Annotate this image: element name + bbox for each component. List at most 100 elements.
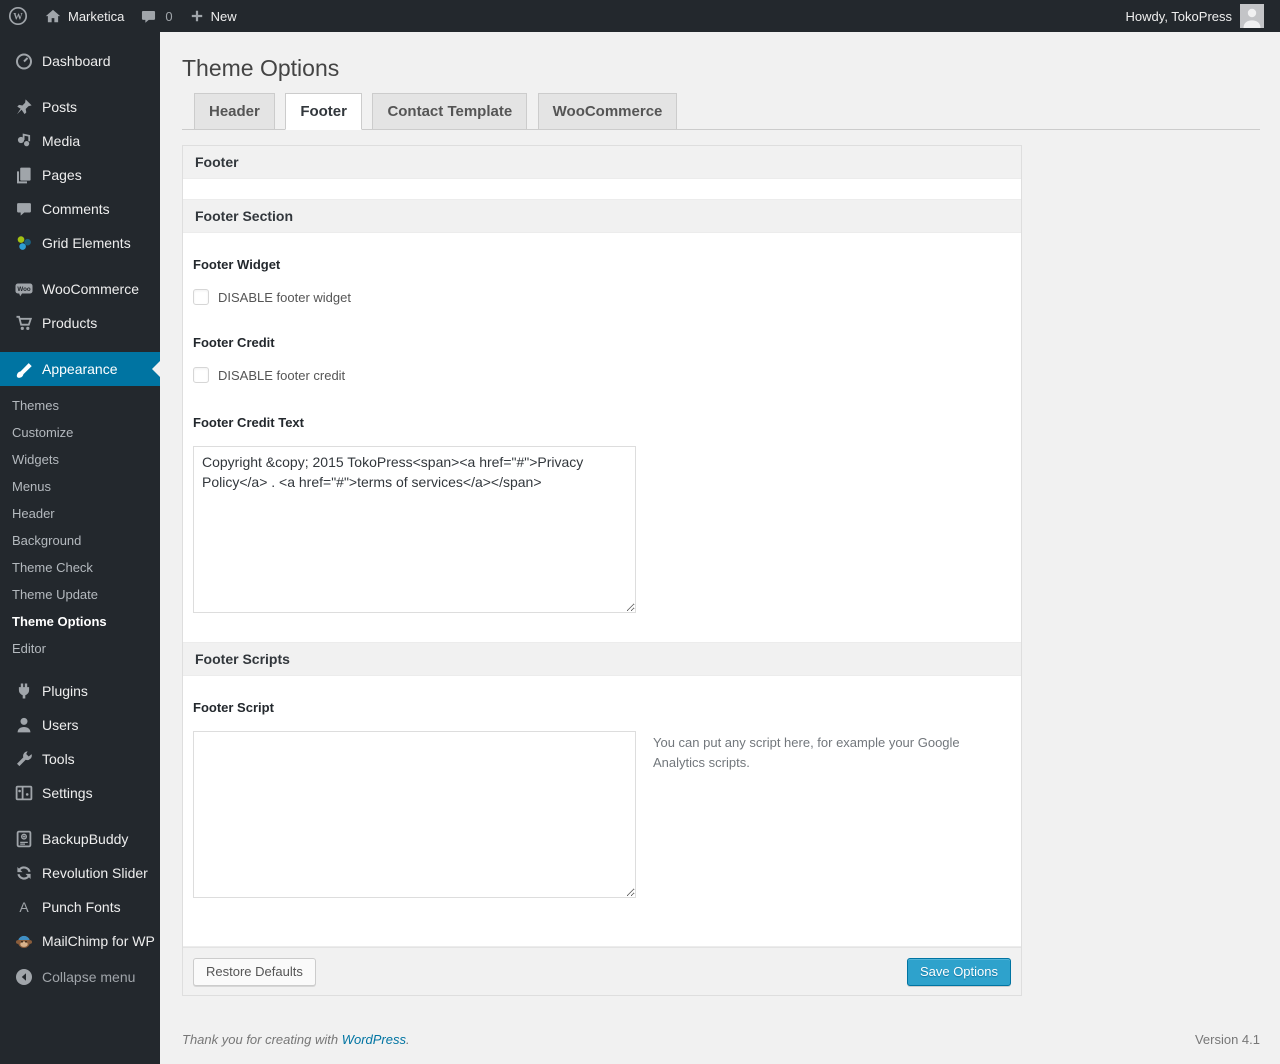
settings-icon <box>14 783 34 803</box>
sidebar-item-media[interactable]: Media <box>0 124 160 158</box>
sidebar-item-label: Revolution Slider <box>42 865 148 881</box>
tab-contact-template[interactable]: Contact Template <box>372 93 528 130</box>
disable-footer-credit-label[interactable]: DISABLE footer credit <box>218 368 345 383</box>
tab-bar: Header Footer Contact Template WooCommer… <box>182 93 1260 130</box>
save-options-button[interactable]: Save Options <box>906 957 1011 986</box>
avatar <box>1240 4 1264 28</box>
footer-section-body <box>183 179 1021 200</box>
submenu-item-theme-update[interactable]: Theme Update <box>0 581 160 608</box>
sidebar-item-label: MailChimp for WP <box>42 933 155 949</box>
appearance-submenu: Themes Customize Widgets Menus Header Ba… <box>0 386 160 672</box>
sidebar-item-collapse-menu[interactable]: Collapse menu <box>0 960 160 994</box>
comments-menu[interactable]: 0 <box>132 0 180 32</box>
sidebar-item-revolution-slider[interactable]: Revolution Slider <box>0 856 160 890</box>
sidebar-item-label: Grid Elements <box>42 235 131 251</box>
submenu-item-theme-check[interactable]: Theme Check <box>0 554 160 581</box>
sidebar-item-posts[interactable]: Posts <box>0 90 160 124</box>
footer-credit-label: Footer Credit <box>193 335 275 350</box>
submenu-item-themes[interactable]: Themes <box>0 392 160 419</box>
version-label: Version 4.1 <box>1194 1032 1260 1047</box>
submenu-item-theme-options[interactable]: Theme Options <box>0 608 160 635</box>
sidebar-item-settings[interactable]: Settings <box>0 776 160 810</box>
sidebar-item-pages[interactable]: Pages <box>0 158 160 192</box>
disable-footer-credit-checkbox[interactable] <box>193 367 209 383</box>
letter-a-icon: A <box>14 897 34 917</box>
footer-section-header: Footer Section <box>183 200 1021 233</box>
submenu-item-header[interactable]: Header <box>0 500 160 527</box>
submenu-item-editor[interactable]: Editor <box>0 635 160 662</box>
admin-bar-left: W Marketica 0 New <box>0 0 245 32</box>
sidebar-item-woocommerce[interactable]: Woo WooCommerce <box>0 272 160 306</box>
disable-footer-widget-checkbox[interactable] <box>193 289 209 305</box>
dashboard-icon <box>14 51 34 71</box>
mailchimp-monkey-icon <box>14 931 34 951</box>
account-menu[interactable]: Howdy, TokoPress <box>1118 0 1272 32</box>
sidebar-item-grid-elements[interactable]: Grid Elements <box>0 226 160 260</box>
restore-defaults-button[interactable]: Restore Defaults <box>193 957 316 986</box>
menu-separator <box>0 78 160 90</box>
content-area: Theme Options Header Footer Contact Temp… <box>160 0 1280 1047</box>
sidebar-item-punch-fonts[interactable]: A Punch Fonts <box>0 890 160 924</box>
wordpress-logo-menu[interactable]: W <box>0 0 36 32</box>
menu-separator <box>0 340 160 352</box>
sidebar-item-label: Dashboard <box>42 53 111 69</box>
sidebar-item-tools[interactable]: Tools <box>0 742 160 776</box>
appearance-brush-icon <box>14 359 34 379</box>
sidebar-item-users[interactable]: Users <box>0 708 160 742</box>
submenu-item-customize[interactable]: Customize <box>0 419 160 446</box>
sidebar-item-label: Users <box>42 717 79 733</box>
new-label: New <box>210 8 237 24</box>
sidebar-item-label: Media <box>42 133 81 149</box>
admin-menu: Dashboard Posts Media Pages Comments Gri… <box>0 32 160 994</box>
tab-footer[interactable]: Footer <box>285 93 362 130</box>
rotate-arrows-icon <box>14 863 34 883</box>
sidebar-item-label: Plugins <box>42 683 88 699</box>
sidebar-item-plugins[interactable]: Plugins <box>0 674 160 708</box>
sidebar-item-label: Settings <box>42 785 93 801</box>
wordpress-link[interactable]: WordPress <box>342 1032 406 1047</box>
submenu-item-widgets[interactable]: Widgets <box>0 446 160 473</box>
page-footer: Thank you for creating with WordPress. V… <box>182 1032 1260 1047</box>
tab-header[interactable]: Header <box>194 93 275 130</box>
sidebar-item-label: Punch Fonts <box>42 899 121 915</box>
home-icon <box>44 7 62 25</box>
sidebar-item-backupbuddy[interactable]: BackupBuddy <box>0 822 160 856</box>
user-icon <box>14 715 34 735</box>
sidebar-item-dashboard[interactable]: Dashboard <box>0 44 160 78</box>
submenu-item-menus[interactable]: Menus <box>0 473 160 500</box>
sidebar-item-label: Appearance <box>42 361 118 377</box>
footer-script-textarea[interactable] <box>193 731 636 898</box>
panel-footer: Restore Defaults Save Options <box>183 947 1021 995</box>
sidebar-item-appearance[interactable]: Appearance <box>0 352 160 386</box>
footer-credit-text-textarea[interactable]: Copyright &copy; 2015 TokoPress<span><a … <box>193 446 636 613</box>
sidebar-item-products[interactable]: Products <box>0 306 160 340</box>
footer-widget-checkbox-row: DISABLE footer widget <box>193 289 1011 305</box>
submenu-item-background[interactable]: Background <box>0 527 160 554</box>
sidebar-item-mailchimp[interactable]: MailChimp for WP <box>0 924 160 958</box>
site-name-label: Marketica <box>68 8 125 24</box>
footer-script-row: You can put any script here, for example… <box>193 715 1011 898</box>
punch-fonts-letter: A <box>19 899 29 915</box>
new-content-menu[interactable]: New <box>181 0 245 32</box>
thanks-prefix: Thank you for creating with <box>182 1032 339 1047</box>
page-title: Theme Options <box>182 55 340 81</box>
wordpress-logo-icon: W <box>8 6 28 26</box>
footer-widget-label: Footer Widget <box>193 257 281 272</box>
sidebar-item-label: Tools <box>42 751 75 767</box>
admin-sidebar: Dashboard Posts Media Pages Comments Gri… <box>0 32 160 1064</box>
site-name-menu[interactable]: Marketica <box>36 0 132 32</box>
pages-icon <box>14 165 34 185</box>
menu-separator <box>0 810 160 822</box>
sidebar-item-label: Comments <box>42 201 110 217</box>
theme-options-panel: Footer Footer Section Footer Widget DISA… <box>182 145 1022 996</box>
wrench-icon <box>14 749 34 769</box>
tab-woocommerce[interactable]: WooCommerce <box>537 93 678 130</box>
grid-elements-icon <box>14 233 34 253</box>
sidebar-item-comments[interactable]: Comments <box>0 192 160 226</box>
disable-footer-widget-label[interactable]: DISABLE footer widget <box>218 290 351 305</box>
collapse-arrow-icon <box>14 967 34 987</box>
footer-script-hint: You can put any script here, for example… <box>653 735 960 771</box>
sidebar-item-label: BackupBuddy <box>42 831 129 847</box>
footer-credit-checkbox-row: DISABLE footer credit <box>193 367 1011 383</box>
sidebar-item-label: Posts <box>42 99 78 115</box>
